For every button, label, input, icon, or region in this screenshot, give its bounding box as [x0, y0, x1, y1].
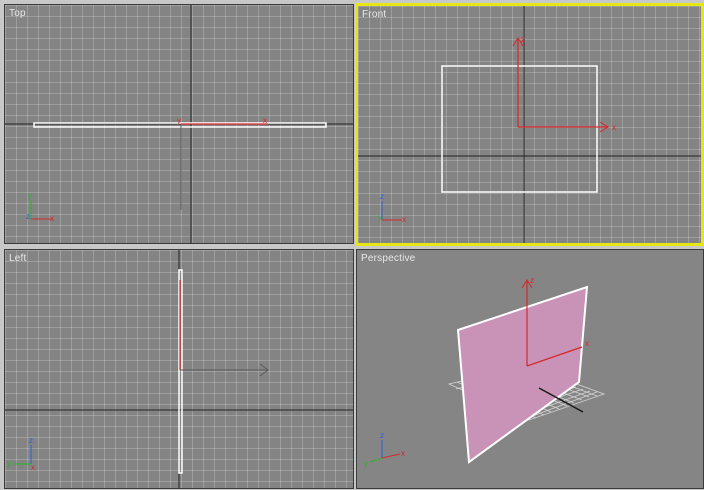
viewport-perspective[interactable]: z x z x y Perspective — [356, 249, 704, 489]
plane-object-front — [441, 65, 598, 193]
viewport-label[interactable]: Front — [362, 9, 386, 20]
svg-text:x: x — [585, 339, 589, 348]
svg-text:x: x — [263, 116, 267, 125]
viewport-top-scene: x y y x z — [5, 5, 353, 243]
move-gizmo-icon — [179, 280, 269, 377]
viewport-top[interactable]: x y y x z Top — [4, 4, 354, 244]
svg-text:z: z — [380, 192, 384, 201]
svg-text:x: x — [402, 215, 406, 224]
svg-text:z: z — [380, 431, 384, 440]
viewport-label[interactable]: Perspective — [361, 253, 415, 264]
viewport-left-scene: z y x — [5, 250, 353, 488]
viewport-label[interactable]: Left — [9, 253, 26, 264]
svg-text:x: x — [50, 214, 54, 223]
viewport-perspective-scene: z x z x y — [364, 276, 606, 468]
move-gizmo-icon: z x — [512, 35, 616, 133]
axis-tripod-icon: z y x — [7, 436, 35, 472]
axis-tripod-icon: y x z — [26, 191, 54, 223]
viewport-front-scene: z x z x y — [358, 6, 701, 243]
viewport-front[interactable]: z x z x y Front — [355, 3, 704, 246]
axis-tripod-icon: z x y — [364, 431, 405, 468]
axis-tripod-icon: z x y — [378, 192, 406, 224]
svg-text:y: y — [378, 213, 382, 222]
plane-object-perspective — [456, 285, 589, 464]
svg-text:z: z — [26, 212, 30, 221]
svg-text:y: y — [177, 116, 181, 125]
svg-text:z: z — [530, 276, 534, 285]
svg-text:y: y — [7, 459, 11, 468]
svg-text:z: z — [521, 35, 525, 44]
svg-text:y: y — [364, 459, 368, 468]
viewport-left[interactable]: z y x Left — [4, 249, 354, 489]
svg-text:x: x — [31, 463, 35, 472]
svg-text:z: z — [29, 436, 33, 445]
svg-text:x: x — [612, 123, 616, 132]
svg-text:y: y — [28, 191, 32, 200]
viewport-label[interactable]: Top — [9, 8, 26, 19]
svg-text:x: x — [401, 449, 405, 458]
